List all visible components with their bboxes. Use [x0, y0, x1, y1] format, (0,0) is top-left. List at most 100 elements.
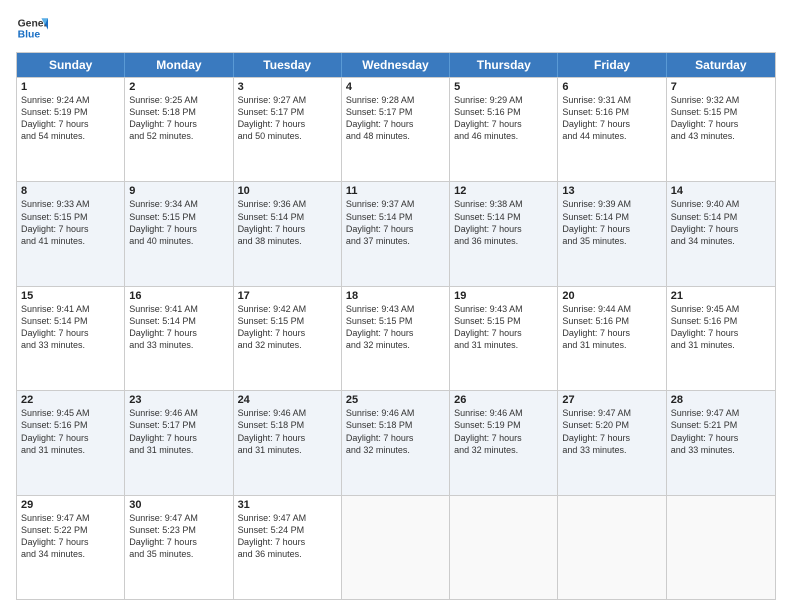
- daylight-line: Daylight: 7 hours: [671, 327, 771, 339]
- daylight-cont: and 36 minutes.: [454, 235, 553, 247]
- daylight-cont: and 32 minutes.: [346, 339, 445, 351]
- daylight-cont: and 34 minutes.: [21, 548, 120, 560]
- daylight-line: Daylight: 7 hours: [346, 432, 445, 444]
- daylight-line: Daylight: 7 hours: [562, 432, 661, 444]
- day-number: 11: [346, 185, 445, 197]
- daylight-line: Daylight: 7 hours: [671, 223, 771, 235]
- day-number: 4: [346, 81, 445, 93]
- daylight-cont: and 35 minutes.: [129, 548, 228, 560]
- calendar-cell: 20 Sunrise: 9:44 AM Sunset: 5:16 PM Dayl…: [558, 287, 666, 390]
- daylight-line: Daylight: 7 hours: [346, 118, 445, 130]
- sunset-line: Sunset: 5:24 PM: [238, 524, 337, 536]
- sunset-line: Sunset: 5:19 PM: [21, 106, 120, 118]
- sunset-line: Sunset: 5:16 PM: [21, 419, 120, 431]
- daylight-line: Daylight: 7 hours: [454, 327, 553, 339]
- calendar-cell: 23 Sunrise: 9:46 AM Sunset: 5:17 PM Dayl…: [125, 391, 233, 494]
- day-number: 24: [238, 394, 337, 406]
- sunset-line: Sunset: 5:15 PM: [129, 211, 228, 223]
- day-number: 17: [238, 290, 337, 302]
- daylight-cont: and 33 minutes.: [671, 444, 771, 456]
- day-number: 18: [346, 290, 445, 302]
- sunrise-line: Sunrise: 9:38 AM: [454, 198, 553, 210]
- calendar-cell: [667, 496, 775, 599]
- daylight-line: Daylight: 7 hours: [21, 327, 120, 339]
- sunset-line: Sunset: 5:14 PM: [671, 211, 771, 223]
- sunrise-line: Sunrise: 9:28 AM: [346, 94, 445, 106]
- daylight-cont: and 33 minutes.: [21, 339, 120, 351]
- calendar-cell: 27 Sunrise: 9:47 AM Sunset: 5:20 PM Dayl…: [558, 391, 666, 494]
- daylight-line: Daylight: 7 hours: [238, 327, 337, 339]
- daylight-cont: and 33 minutes.: [129, 339, 228, 351]
- day-number: 14: [671, 185, 771, 197]
- sunset-line: Sunset: 5:17 PM: [129, 419, 228, 431]
- daylight-line: Daylight: 7 hours: [454, 432, 553, 444]
- calendar-cell: 14 Sunrise: 9:40 AM Sunset: 5:14 PM Dayl…: [667, 182, 775, 285]
- day-number: 13: [562, 185, 661, 197]
- day-number: 31: [238, 499, 337, 511]
- sunrise-line: Sunrise: 9:37 AM: [346, 198, 445, 210]
- calendar-cell: 10 Sunrise: 9:36 AM Sunset: 5:14 PM Dayl…: [234, 182, 342, 285]
- sunrise-line: Sunrise: 9:46 AM: [238, 407, 337, 419]
- sunrise-line: Sunrise: 9:46 AM: [346, 407, 445, 419]
- calendar-cell: 19 Sunrise: 9:43 AM Sunset: 5:15 PM Dayl…: [450, 287, 558, 390]
- daylight-line: Daylight: 7 hours: [562, 223, 661, 235]
- daylight-cont: and 32 minutes.: [454, 444, 553, 456]
- calendar-week: 29 Sunrise: 9:47 AM Sunset: 5:22 PM Dayl…: [17, 495, 775, 599]
- sunset-line: Sunset: 5:21 PM: [671, 419, 771, 431]
- daylight-cont: and 36 minutes.: [238, 548, 337, 560]
- sunrise-line: Sunrise: 9:44 AM: [562, 303, 661, 315]
- calendar-week: 15 Sunrise: 9:41 AM Sunset: 5:14 PM Dayl…: [17, 286, 775, 390]
- calendar-cell: 29 Sunrise: 9:47 AM Sunset: 5:22 PM Dayl…: [17, 496, 125, 599]
- daylight-line: Daylight: 7 hours: [21, 536, 120, 548]
- calendar-cell: 16 Sunrise: 9:41 AM Sunset: 5:14 PM Dayl…: [125, 287, 233, 390]
- sunrise-line: Sunrise: 9:47 AM: [238, 512, 337, 524]
- calendar-week: 8 Sunrise: 9:33 AM Sunset: 5:15 PM Dayli…: [17, 181, 775, 285]
- sunrise-line: Sunrise: 9:36 AM: [238, 198, 337, 210]
- daylight-line: Daylight: 7 hours: [129, 327, 228, 339]
- sunset-line: Sunset: 5:14 PM: [238, 211, 337, 223]
- daylight-cont: and 48 minutes.: [346, 130, 445, 142]
- calendar-cell: 3 Sunrise: 9:27 AM Sunset: 5:17 PM Dayli…: [234, 78, 342, 181]
- calendar-cell: 11 Sunrise: 9:37 AM Sunset: 5:14 PM Dayl…: [342, 182, 450, 285]
- calendar-cell: 18 Sunrise: 9:43 AM Sunset: 5:15 PM Dayl…: [342, 287, 450, 390]
- daylight-line: Daylight: 7 hours: [238, 432, 337, 444]
- weekday-header: Thursday: [450, 53, 558, 77]
- daylight-line: Daylight: 7 hours: [129, 118, 228, 130]
- weekday-header: Tuesday: [234, 53, 342, 77]
- weekday-header: Sunday: [17, 53, 125, 77]
- svg-text:Blue: Blue: [18, 30, 41, 41]
- day-number: 21: [671, 290, 771, 302]
- day-number: 12: [454, 185, 553, 197]
- daylight-line: Daylight: 7 hours: [129, 432, 228, 444]
- calendar-cell: 22 Sunrise: 9:45 AM Sunset: 5:16 PM Dayl…: [17, 391, 125, 494]
- day-number: 20: [562, 290, 661, 302]
- day-number: 26: [454, 394, 553, 406]
- daylight-line: Daylight: 7 hours: [21, 223, 120, 235]
- day-number: 25: [346, 394, 445, 406]
- daylight-cont: and 43 minutes.: [671, 130, 771, 142]
- daylight-line: Daylight: 7 hours: [562, 118, 661, 130]
- calendar-cell: 1 Sunrise: 9:24 AM Sunset: 5:19 PM Dayli…: [17, 78, 125, 181]
- sunrise-line: Sunrise: 9:39 AM: [562, 198, 661, 210]
- logo-icon: General Blue: [16, 12, 48, 44]
- daylight-cont: and 37 minutes.: [346, 235, 445, 247]
- daylight-cont: and 31 minutes.: [562, 339, 661, 351]
- sunrise-line: Sunrise: 9:25 AM: [129, 94, 228, 106]
- calendar-cell: 26 Sunrise: 9:46 AM Sunset: 5:19 PM Dayl…: [450, 391, 558, 494]
- calendar-cell: 28 Sunrise: 9:47 AM Sunset: 5:21 PM Dayl…: [667, 391, 775, 494]
- header: General Blue: [16, 12, 776, 44]
- sunset-line: Sunset: 5:17 PM: [238, 106, 337, 118]
- sunrise-line: Sunrise: 9:43 AM: [346, 303, 445, 315]
- calendar-cell: 17 Sunrise: 9:42 AM Sunset: 5:15 PM Dayl…: [234, 287, 342, 390]
- sunset-line: Sunset: 5:15 PM: [671, 106, 771, 118]
- daylight-line: Daylight: 7 hours: [238, 536, 337, 548]
- daylight-line: Daylight: 7 hours: [671, 432, 771, 444]
- day-number: 9: [129, 185, 228, 197]
- daylight-line: Daylight: 7 hours: [21, 432, 120, 444]
- daylight-line: Daylight: 7 hours: [346, 223, 445, 235]
- calendar-cell: 30 Sunrise: 9:47 AM Sunset: 5:23 PM Dayl…: [125, 496, 233, 599]
- daylight-cont: and 31 minutes.: [238, 444, 337, 456]
- day-number: 2: [129, 81, 228, 93]
- sunrise-line: Sunrise: 9:41 AM: [129, 303, 228, 315]
- sunset-line: Sunset: 5:16 PM: [562, 315, 661, 327]
